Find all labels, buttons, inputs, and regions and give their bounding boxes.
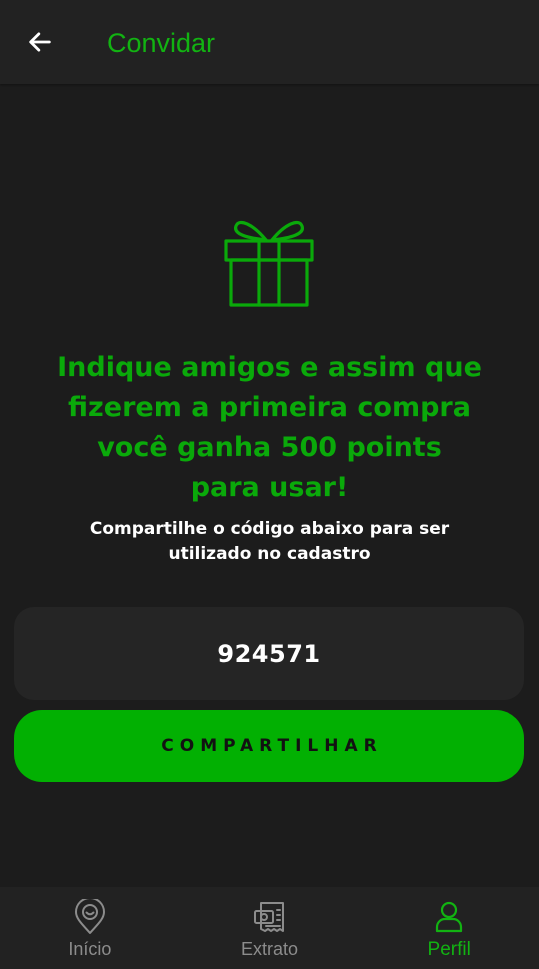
- headline-line: fizerem a primeira compra: [68, 392, 471, 423]
- arrow-left-icon: [29, 32, 51, 52]
- referral-code-box[interactable]: 924571: [14, 607, 524, 700]
- headline-line: Indique amigos e assim que: [57, 352, 482, 383]
- nav-label-extrato: Extrato: [240, 939, 299, 959]
- map-pin-icon: [72, 899, 108, 935]
- back-button[interactable]: [22, 24, 58, 60]
- headline-line: você ganha 500 points: [97, 432, 442, 463]
- page-title: Convidar: [107, 28, 216, 58]
- nav-label-inicio: Início: [68, 939, 112, 959]
- invite-subtitle: Compartilhe o código abaixo para ser uti…: [50, 517, 489, 567]
- user-icon: [431, 899, 467, 935]
- headline-line: para usar!: [190, 472, 349, 503]
- share-button-label: COMPARTILHAR: [161, 736, 383, 756]
- referral-code: 924571: [217, 639, 321, 668]
- nav-item-extrato[interactable]: Extrato: [180, 887, 360, 969]
- receipt-icon: [252, 899, 288, 935]
- subtitle-line: utilizado no cadastro: [168, 544, 371, 564]
- bottom-nav: Início Extrato Perfil: [0, 887, 539, 969]
- gift-icon: [223, 216, 315, 308]
- nav-item-perfil[interactable]: Perfil: [359, 887, 539, 969]
- nav-item-inicio[interactable]: Início: [0, 887, 180, 969]
- invite-headline: Indique amigos e assim que fizerem a pri…: [20, 348, 519, 508]
- share-button[interactable]: COMPARTILHAR: [14, 710, 524, 782]
- app-bar: Convidar: [0, 0, 539, 84]
- nav-label-perfil: Perfil: [427, 939, 471, 960]
- subtitle-line: Compartilhe o código abaixo para ser: [89, 519, 450, 539]
